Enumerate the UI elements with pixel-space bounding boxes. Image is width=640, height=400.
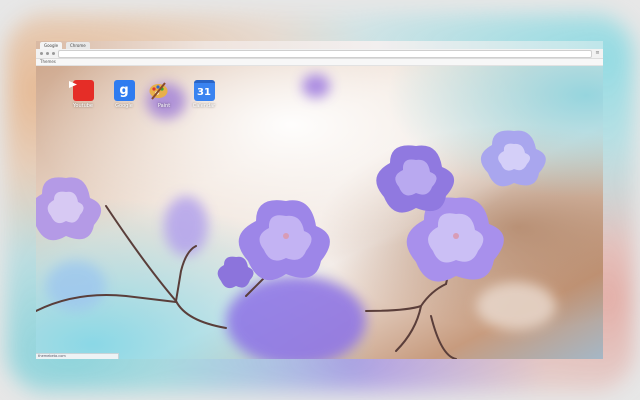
tab-chrome[interactable]: Chrome bbox=[66, 42, 90, 49]
forward-icon[interactable] bbox=[46, 52, 49, 55]
toolbar: ≡ bbox=[36, 49, 603, 59]
reload-icon[interactable] bbox=[52, 52, 55, 55]
app-youtube[interactable]: Youtube bbox=[67, 80, 99, 109]
address-bar[interactable] bbox=[58, 50, 592, 58]
tab-google[interactable]: Google bbox=[40, 42, 63, 49]
tab-strip: Google Chrome bbox=[36, 41, 603, 49]
new-tab-page: Youtube g Google Paint 31 Calendar bbox=[36, 66, 603, 359]
app-paint[interactable]: Paint bbox=[148, 80, 180, 109]
back-icon[interactable] bbox=[40, 52, 43, 55]
bookmark-themes[interactable]: Themes bbox=[40, 59, 56, 65]
bookmarks-bar: Themes bbox=[36, 59, 603, 66]
app-google[interactable]: g Google bbox=[108, 80, 140, 109]
menu-icon[interactable]: ≡ bbox=[595, 50, 600, 56]
app-label: Paint bbox=[157, 103, 171, 109]
app-calendar[interactable]: 31 Calendar bbox=[188, 80, 220, 109]
background-photo bbox=[36, 66, 603, 359]
paint-palette-icon bbox=[149, 80, 175, 101]
app-label: Calendar bbox=[192, 103, 216, 109]
app-label: Google bbox=[115, 103, 133, 109]
app-label: Youtube bbox=[73, 103, 93, 109]
status-bar: themebeta.com bbox=[36, 353, 119, 359]
tab-label: Chrome bbox=[70, 43, 86, 48]
google-icon: g bbox=[113, 80, 135, 101]
youtube-icon bbox=[69, 80, 94, 101]
calendar-icon: 31 bbox=[193, 80, 215, 101]
browser-window: Google Chrome ≡ Themes Youtube g Google … bbox=[36, 41, 603, 359]
tab-label: Google bbox=[44, 43, 59, 48]
